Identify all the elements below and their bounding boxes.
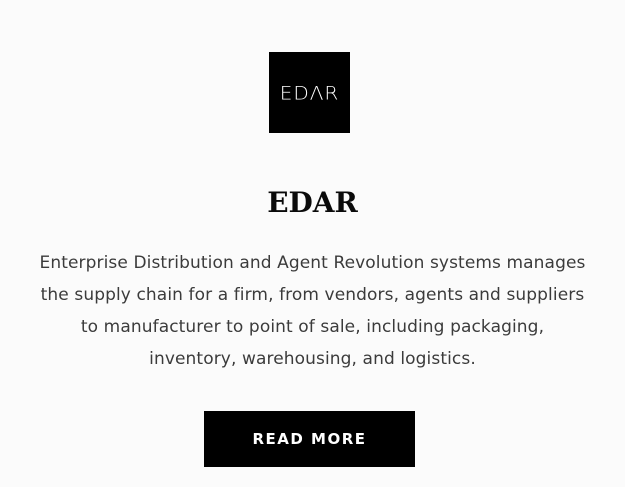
edar-logo: EDΛR <box>269 52 350 133</box>
product-card: EDΛR EDAR Enterprise Distribution and Ag… <box>0 0 625 487</box>
read-more-button[interactable]: READ MORE <box>204 411 415 467</box>
product-title: EDAR <box>267 186 358 219</box>
product-description: Enterprise Distribution and Agent Revolu… <box>39 253 586 369</box>
logo-text: EDΛR <box>279 81 340 104</box>
